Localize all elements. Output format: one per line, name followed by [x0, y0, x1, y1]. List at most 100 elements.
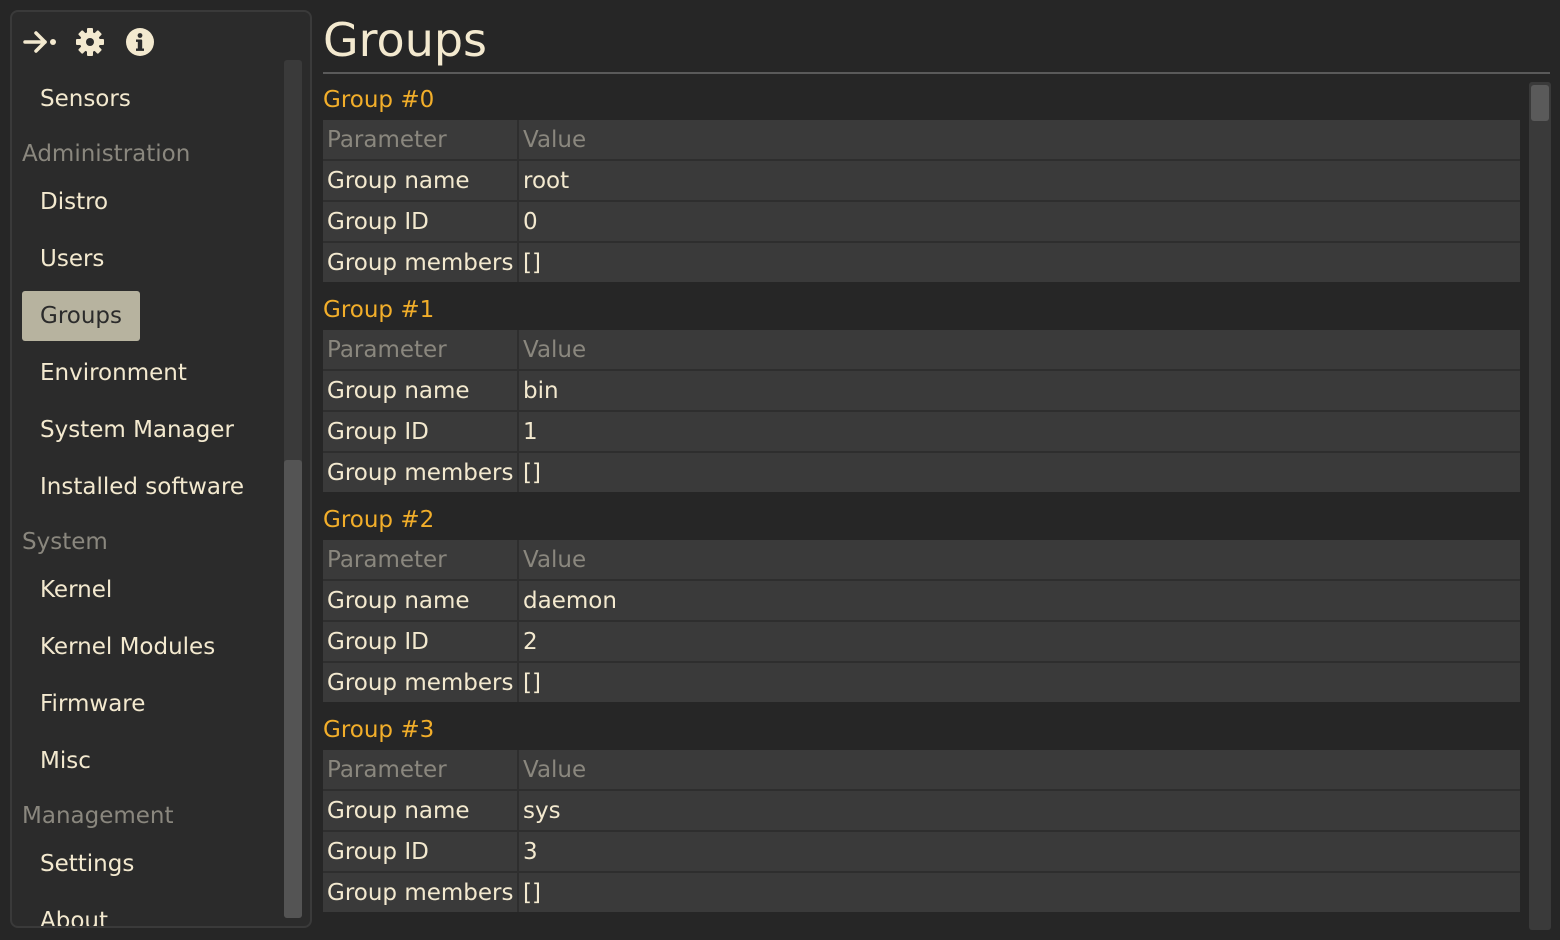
parameter-cell: Group members [323, 662, 519, 702]
table-row: Group ID 1 [323, 411, 1520, 453]
sidebar-scrollbar-thumb[interactable] [284, 460, 302, 918]
sidebar-section-administration: Administration [22, 141, 191, 167]
value-cell: [] [523, 249, 541, 276]
sidebar-item-about[interactable]: About [22, 896, 126, 926]
sidebar-row: Settings [20, 839, 284, 896]
table-row: Group ID 3 [323, 831, 1520, 873]
table-row: Group ID 2 [323, 621, 1520, 663]
app-window: Sensors Administration Distro Users Groups En… [0, 0, 1560, 940]
group-heading: Group #1 [323, 297, 435, 323]
sidebar-toolbar [22, 24, 158, 60]
collapse-arrow-icon [23, 31, 56, 53]
column-header-parameter: Parameter [323, 120, 519, 161]
parameter-cell: Group name [323, 580, 519, 622]
table-row: Group members[] [323, 242, 1520, 282]
group-heading: Group #3 [323, 717, 435, 743]
group-table: Parameter Value Group name sys Group ID 3 Grou… [323, 750, 1520, 912]
main-scrollbar[interactable] [1529, 82, 1551, 930]
settings-button[interactable] [72, 24, 108, 60]
collapse-sidebar-button[interactable] [22, 24, 58, 60]
value-cell: root [518, 160, 1520, 202]
table-row: Group name bin [323, 370, 1520, 412]
sidebar-row: Environment [20, 348, 284, 405]
parameter-cell: Group name [323, 790, 519, 832]
sidebar-item-firmware[interactable]: Firmware [22, 679, 163, 729]
table-header-row: Parameter Value [323, 120, 1520, 161]
sidebar-item-users[interactable]: Users [22, 234, 122, 284]
sidebar-section-system: System [22, 529, 108, 555]
group-table: Parameter Value Group name root Group ID 0 Gro… [323, 120, 1520, 282]
table-row: Group name daemon [323, 580, 1520, 622]
value-cell: 1 [518, 411, 1520, 453]
sidebar-row: Distro [20, 177, 284, 234]
table-header-row: Parameter Value [323, 330, 1520, 371]
page-title: Groups [323, 13, 488, 67]
table-header-row: Parameter Value [323, 750, 1520, 791]
column-header-value: Value [518, 120, 1520, 161]
sidebar-row: System Manager [20, 405, 284, 462]
sidebar-scrollbar[interactable] [284, 60, 302, 918]
value-cell: 3 [518, 831, 1520, 873]
sidebar-item-misc[interactable]: Misc [22, 736, 109, 786]
sidebar-item-environment[interactable]: Environment [22, 348, 205, 398]
value-cell: [] [523, 459, 541, 486]
column-header-value: Value [518, 540, 1520, 581]
sidebar-item-settings[interactable]: Settings [22, 839, 152, 889]
parameter-cell: Group members [323, 452, 519, 492]
groups-list: Group #0 Parameter Value Group name root Grou… [323, 80, 1520, 940]
value-cell: sys [518, 790, 1520, 832]
value-cell: daemon [518, 580, 1520, 622]
gear-icon [76, 28, 104, 56]
column-header-value: Value [518, 330, 1520, 371]
sidebar-row: Users [20, 234, 284, 291]
value-cell: 0 [518, 201, 1520, 243]
parameter-cell: Group ID [323, 621, 519, 663]
table-row: Group name sys [323, 790, 1520, 832]
sidebar-item-distro[interactable]: Distro [22, 177, 126, 227]
column-header-parameter: Parameter [323, 540, 519, 581]
parameter-cell: Group name [323, 160, 519, 202]
sidebar-item-kernel[interactable]: Kernel [22, 565, 130, 615]
sidebar-item-groups[interactable]: Groups [22, 291, 141, 341]
title-divider [323, 72, 1550, 74]
info-button[interactable] [122, 24, 158, 60]
group-heading: Group #2 [323, 507, 435, 533]
sidebar-item-installed-software[interactable]: Installed software [22, 462, 262, 512]
group-table: Parameter Value Group name bin Group ID 1 Grou… [323, 330, 1520, 492]
sidebar-row: Firmware [20, 679, 284, 736]
parameter-cell: Group name [323, 370, 519, 412]
sidebar-row: About [20, 896, 284, 926]
sidebar-nav: Sensors Administration Distro Users Groups En… [20, 74, 284, 926]
sidebar-item-system-manager[interactable]: System Manager [22, 405, 252, 455]
column-header-parameter: Parameter [323, 330, 519, 371]
info-icon [126, 28, 154, 56]
table-row: Group name root [323, 160, 1520, 202]
group-table: Parameter Value Group name daemon Group ID 2 G… [323, 540, 1520, 702]
sidebar-section-management: Management [22, 803, 174, 829]
sidebar-row: Groups [20, 291, 284, 348]
parameter-cell: Group ID [323, 411, 519, 453]
sidebar: Sensors Administration Distro Users Groups En… [10, 10, 312, 928]
column-header-value: Value [518, 750, 1520, 791]
table-row: Group members[] [323, 662, 1520, 702]
value-cell: 2 [518, 621, 1520, 663]
table-row: Group members[] [323, 872, 1520, 912]
group-heading: Group #0 [323, 87, 435, 113]
table-row: Group ID 0 [323, 201, 1520, 243]
sidebar-row: Sensors [20, 74, 284, 131]
table-row: Group members[] [323, 452, 1520, 492]
parameter-cell: Group ID [323, 201, 519, 243]
main-scrollbar-thumb[interactable] [1531, 85, 1549, 121]
sidebar-row: Kernel Modules [20, 622, 284, 679]
sidebar-item-sensors[interactable]: Sensors [22, 74, 149, 124]
parameter-cell: Group members [323, 872, 519, 912]
parameter-cell: Group members [323, 242, 519, 282]
value-cell: [] [523, 879, 541, 906]
sidebar-item-kernel-modules[interactable]: Kernel Modules [22, 622, 233, 672]
value-cell: [] [523, 669, 541, 696]
sidebar-row: Misc [20, 736, 284, 793]
parameter-cell: Group ID [323, 831, 519, 873]
value-cell: bin [518, 370, 1520, 412]
sidebar-row: Installed software [20, 462, 284, 519]
table-header-row: Parameter Value [323, 540, 1520, 581]
